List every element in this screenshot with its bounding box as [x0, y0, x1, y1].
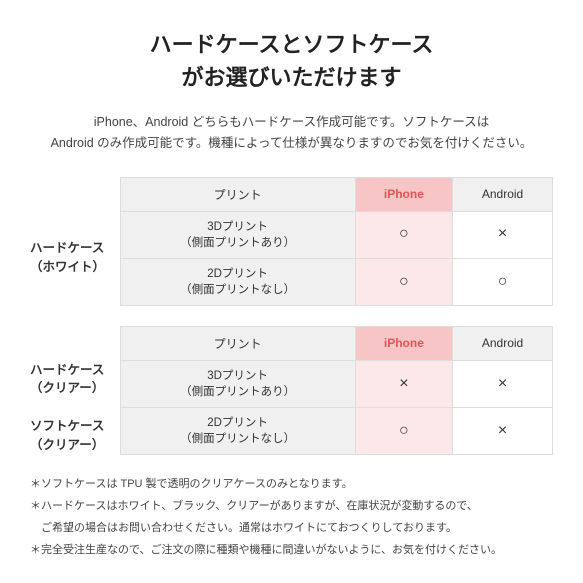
row-label-hard-white: ハードケース（ホワイト）: [30, 211, 120, 305]
print-label-3d-2: 3Dプリント（側面プリントあり）: [120, 360, 355, 407]
print-label-2d-2: 2Dプリント（側面プリントなし）: [120, 408, 355, 455]
table-section-1: プリント iPhone Android ハードケース（ホワイト） 3Dプリント（…: [30, 177, 553, 306]
col-header-android-2: Android: [453, 326, 553, 360]
print-label-2d-1: 2Dプリント（側面プリントなし）: [120, 258, 355, 305]
table-clear: プリント iPhone Android ハードケース（クリアー）ソフトケース（ク…: [30, 326, 553, 455]
android-val-3d-2: ×: [453, 360, 553, 407]
notes-section: ＊ソフトケースは TPU 製で透明のクリアケースのみとなります。 ＊ハードケース…: [30, 475, 553, 560]
col-header-iphone-2: iPhone: [355, 326, 452, 360]
iphone-val-3d-2: ×: [355, 360, 452, 407]
android-val-2d-1: ○: [453, 258, 553, 305]
note-1: ＊ソフトケースは TPU 製で透明のクリアケースのみとなります。: [30, 475, 553, 495]
col-header-android-1: Android: [453, 177, 553, 211]
iphone-val-2d-1: ○: [355, 258, 452, 305]
col-header-print-2: プリント: [120, 326, 355, 360]
iphone-val-3d-1: ○: [355, 211, 452, 258]
row-label-clear: ハードケース（クリアー）ソフトケース（クリアー）: [30, 360, 120, 454]
table-hard-white: プリント iPhone Android ハードケース（ホワイト） 3Dプリント（…: [30, 177, 553, 306]
note-3: ＊完全受注生産なので、ご注文の際に種類や機種に間違いがないように、お気を付けくだ…: [30, 541, 553, 561]
col-header-print-1: プリント: [120, 177, 355, 211]
table-section-2: プリント iPhone Android ハードケース（クリアー）ソフトケース（ク…: [30, 326, 553, 455]
note-2b: ご希望の場合はお問い合わせください。通常はホワイトにておつくりしております。: [30, 519, 553, 539]
print-label-3d-1: 3Dプリント（側面プリントあり）: [120, 211, 355, 258]
iphone-val-2d-2: ○: [355, 408, 452, 455]
table-row: ハードケース（ホワイト） 3Dプリント（側面プリントあり） ○ ×: [30, 211, 553, 258]
table-row: ハードケース（クリアー）ソフトケース（クリアー） 3Dプリント（側面プリントあり…: [30, 360, 553, 407]
main-title: ハードケースとソフトケース がお選びいただけます: [30, 28, 553, 94]
col-header-iphone-1: iPhone: [355, 177, 452, 211]
android-val-2d-2: ×: [453, 408, 553, 455]
page-container: ハードケースとソフトケース がお選びいただけます iPhone、Android …: [0, 0, 583, 582]
description-text: iPhone、Android どちらもハードケース作成可能です。ソフトケースは …: [30, 112, 553, 155]
android-val-3d-1: ×: [453, 211, 553, 258]
note-2: ＊ハードケースはホワイト、ブラック、クリアーがありますが、在庫状況が変動するので…: [30, 497, 553, 517]
